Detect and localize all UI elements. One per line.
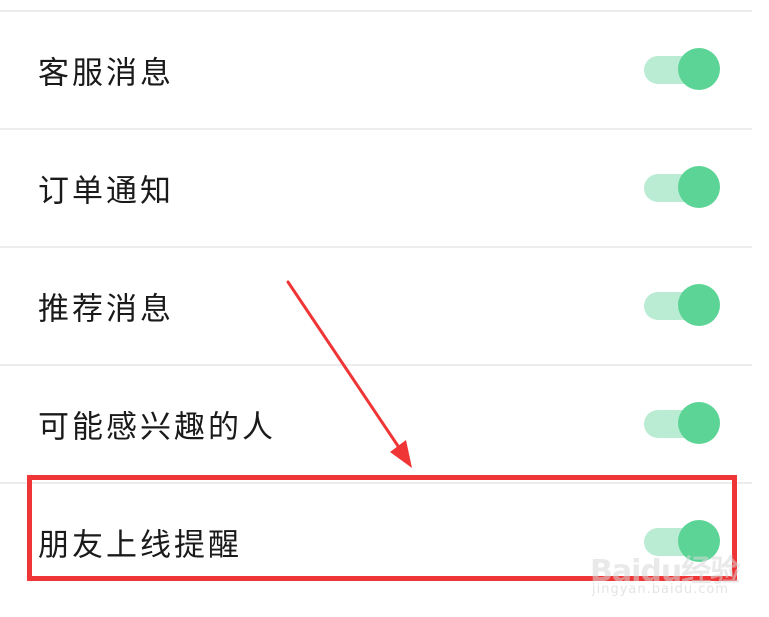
toggle-knob <box>678 520 720 562</box>
setting-row-order-notification: 订单通知 <box>0 130 752 246</box>
setting-label: 客服消息 <box>38 55 174 92</box>
toggle-knob <box>678 48 720 90</box>
setting-row-friend-online-reminder: 朋友上线提醒 <box>0 484 752 600</box>
order-notification-toggle[interactable] <box>644 166 720 210</box>
people-you-may-know-toggle[interactable] <box>644 402 720 446</box>
recommendation-toggle[interactable] <box>644 284 720 328</box>
setting-row-recommendation: 推荐消息 <box>0 248 752 364</box>
setting-row-customer-service: 客服消息 <box>0 12 752 128</box>
setting-label: 推荐消息 <box>38 291 174 328</box>
setting-row-people-you-may-know: 可能感兴趣的人 <box>0 366 752 482</box>
toggle-knob <box>678 166 720 208</box>
customer-service-toggle[interactable] <box>644 48 720 92</box>
setting-label: 订单通知 <box>38 173 174 210</box>
setting-label: 可能感兴趣的人 <box>38 409 276 446</box>
notification-settings-page: 客服消息 订单通知 推荐消息 可能感兴趣的人 朋友上线提醒 Baidu经验 ji… <box>0 0 769 617</box>
toggle-knob <box>678 402 720 444</box>
friend-online-reminder-toggle[interactable] <box>644 520 720 564</box>
setting-label: 朋友上线提醒 <box>38 527 242 564</box>
toggle-knob <box>678 284 720 326</box>
